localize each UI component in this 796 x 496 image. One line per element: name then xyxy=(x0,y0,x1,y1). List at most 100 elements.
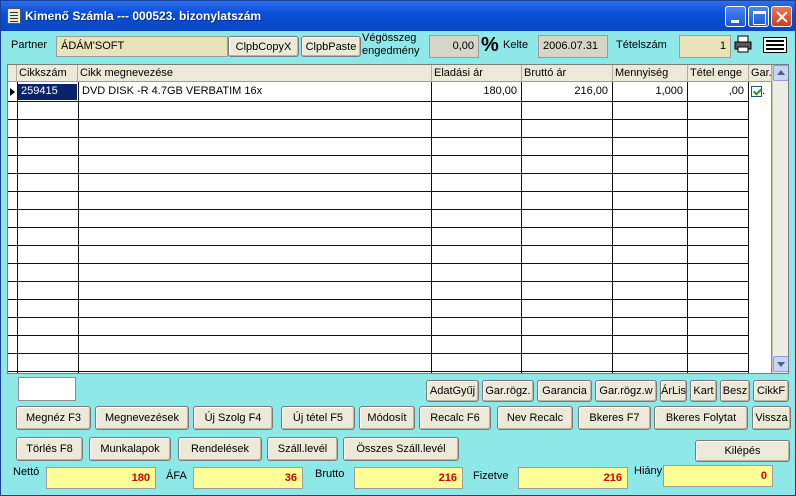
row-pointer-icon xyxy=(10,88,15,96)
kilepes-label: Kilépés xyxy=(724,445,761,457)
afa-label: ÁFA xyxy=(166,470,187,482)
cell-code[interactable]: 259415 xyxy=(18,84,77,100)
col-header-gross-price[interactable]: Bruttó ár xyxy=(522,65,613,82)
date-label: Kelte xyxy=(503,39,529,51)
adatgyuj-button[interactable]: AdatGyűj xyxy=(426,380,479,402)
torles-button[interactable]: Törlés F8 xyxy=(16,437,83,461)
osszes-szall-level-button[interactable]: Összes Száll.levél xyxy=(343,437,459,461)
cikkf-button[interactable]: CikkF xyxy=(753,380,789,402)
kilepes-button[interactable]: Kilépés xyxy=(695,440,790,462)
date-field[interactable]: 2006.07.31 xyxy=(538,35,608,58)
munkalapok-button[interactable]: Munkalapok xyxy=(89,437,171,461)
keyboard-icon[interactable] xyxy=(763,37,787,53)
netto-field: 180 xyxy=(46,467,156,489)
cell-sale-price[interactable]: 180,00 xyxy=(432,84,520,100)
title-bar[interactable]: Kimenő Számla --- 000523. bizonylatszám xyxy=(1,1,795,31)
szall-level-button[interactable]: Száll.levél xyxy=(267,437,338,461)
modosit-label: Módosít xyxy=(367,412,407,424)
bkeres-button[interactable]: Bkeres F7 xyxy=(578,406,651,430)
rendelesek-button[interactable]: Rendelések xyxy=(178,437,262,461)
col-header-discount[interactable]: Tétel enge xyxy=(688,65,749,82)
hiany-label: Hiány xyxy=(634,465,663,477)
hiany-field: 0 xyxy=(663,465,773,487)
megnevezesek-label: Megnevezések xyxy=(105,412,179,424)
gar-rogz-w-button[interactable]: Gar.rögz.w xyxy=(595,380,657,402)
recalc-label: Recalc F6 xyxy=(430,412,480,424)
cell-gross-price[interactable]: 216,00 xyxy=(522,84,611,100)
partner-field[interactable]: ÁDÁM'SOFT xyxy=(56,36,228,57)
gar-rogz-button[interactable]: Gar.rögz. xyxy=(482,380,534,402)
afa-field: 36 xyxy=(193,467,303,489)
grid-header: Cikkszám Cikk megnevezése Eladási ár Bru… xyxy=(8,65,788,82)
uj-szolg-label: Új Szolg F4 xyxy=(204,412,262,424)
besz-label: Besz xyxy=(722,385,748,397)
uj-szolg-button[interactable]: Új Szolg F4 xyxy=(193,406,273,430)
recalc-button[interactable]: Recalc F6 xyxy=(419,406,491,430)
clipboard-paste-label: ClpbPaste xyxy=(305,41,357,53)
close-button[interactable] xyxy=(771,6,792,27)
clipboard-copy-button[interactable]: ClpbCopyX xyxy=(228,36,299,57)
gar-rogz-label: Gar.rögz. xyxy=(485,385,531,397)
brutto-field: 216 xyxy=(354,467,463,489)
vissza-label: Vissza xyxy=(755,412,788,424)
search-box[interactable] xyxy=(18,377,76,401)
item-number-field[interactable]: 1 xyxy=(679,35,731,58)
modosit-button[interactable]: Módosít xyxy=(359,406,415,430)
checkbox-checked-icon[interactable] xyxy=(751,86,762,97)
kart-button[interactable]: Kart xyxy=(690,380,717,402)
header-indicator xyxy=(8,65,17,82)
cell-warranty-suffix: . xyxy=(762,85,766,97)
arlis-label: ÁrLis xyxy=(661,385,687,397)
scroll-down-button[interactable] xyxy=(773,356,788,372)
percent-symbol: % xyxy=(481,34,499,56)
discount-label-line2: engedmény xyxy=(362,45,420,57)
gar-rogz-w-label: Gar.rögz.w xyxy=(599,385,653,397)
torles-label: Törlés F8 xyxy=(26,443,73,455)
bkeres-folytat-label: Bkeres Folytat xyxy=(665,412,737,424)
netto-label: Nettó xyxy=(13,466,40,478)
minimize-button[interactable] xyxy=(725,6,746,27)
fizetve-field: 216 xyxy=(518,467,628,489)
rendelesek-label: Rendelések xyxy=(190,443,250,455)
maximize-button[interactable] xyxy=(748,6,769,27)
cell-name[interactable]: DVD DISK -R 4.7GB VERBATIM 16x xyxy=(79,84,429,100)
adatgyuj-label: AdatGyűj xyxy=(429,385,476,397)
megnevezesek-button[interactable]: Megnevezések xyxy=(95,406,189,430)
osszes-szall-level-label: Összes Száll.levél xyxy=(356,443,446,455)
grid-scrollbar[interactable] xyxy=(772,65,788,373)
printer-icon[interactable] xyxy=(734,35,752,53)
garancia-button[interactable]: Garancia xyxy=(537,380,592,402)
megnez-button[interactable]: Megnéz F3 xyxy=(16,406,91,430)
besz-button[interactable]: Besz xyxy=(720,380,750,402)
discount-label: Végösszeg engedmény xyxy=(362,32,420,58)
nev-recalc-label: Nev Recalc xyxy=(506,412,564,424)
app-icon xyxy=(7,8,21,24)
szall-level-label: Száll.levél xyxy=(277,443,328,455)
col-header-code[interactable]: Cikkszám xyxy=(17,65,78,82)
col-header-sale-price[interactable]: Eladási ár xyxy=(432,65,522,82)
arlis-button[interactable]: ÁrLis xyxy=(660,380,687,402)
garancia-label: Garancia xyxy=(542,385,587,397)
cell-quantity[interactable]: 1,000 xyxy=(613,84,686,100)
brutto-label: Brutto xyxy=(315,468,345,480)
clipboard-paste-button[interactable]: ClpbPaste xyxy=(301,36,361,57)
scroll-up-button[interactable] xyxy=(773,65,788,81)
vissza-button[interactable]: Vissza xyxy=(752,406,791,430)
cell-discount[interactable]: ,00 xyxy=(688,84,747,100)
kart-label: Kart xyxy=(693,385,714,397)
nev-recalc-button[interactable]: Nev Recalc xyxy=(497,406,573,430)
uj-tetel-button[interactable]: Új tétel F5 xyxy=(281,406,355,430)
discount-field[interactable]: 0,00 xyxy=(429,35,479,58)
bkeres-label: Bkeres F7 xyxy=(589,412,640,424)
col-header-quantity[interactable]: Mennyiség xyxy=(613,65,688,82)
clipboard-copy-label: ClpbCopyX xyxy=(235,41,292,53)
cikkf-label: CikkF xyxy=(756,385,786,397)
invoice-window: Kimenő Számla --- 000523. bizonylatszám … xyxy=(0,0,796,496)
col-header-name[interactable]: Cikk megnevezése xyxy=(78,65,432,82)
col-header-warranty[interactable]: Gar. xyxy=(749,65,772,82)
table-row[interactable]: 259415 DVD DISK -R 4.7GB VERBATIM 16x 18… xyxy=(8,83,772,101)
bkeres-folytat-button[interactable]: Bkeres Folytat xyxy=(654,406,748,430)
window-title: Kimenő Számla --- 000523. bizonylatszám xyxy=(25,9,262,23)
discount-label-line1: Végösszeg xyxy=(362,32,417,44)
items-grid[interactable]: Cikkszám Cikk megnevezése Eladási ár Bru… xyxy=(7,64,789,374)
